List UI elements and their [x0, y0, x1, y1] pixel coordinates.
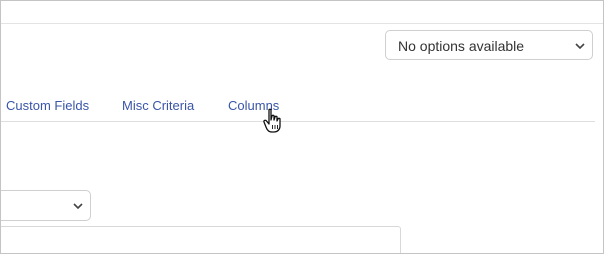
options-select-value: No options available [398, 38, 525, 54]
hand-pointer-icon [263, 108, 281, 133]
criteria-panel [1, 226, 401, 253]
chevron-down-icon [575, 43, 585, 50]
chevron-down-icon [73, 203, 83, 210]
criteria-tabs: Custom Fields Misc Criteria Columns [1, 98, 603, 122]
field-select[interactable] [1, 190, 91, 221]
tab-custom-fields[interactable]: Custom Fields [6, 98, 89, 113]
tabs-divider [1, 121, 595, 122]
app-frame: No options available Custom Fields Misc … [0, 0, 604, 254]
options-select[interactable]: No options available [385, 30, 593, 60]
top-divider [1, 23, 603, 24]
tab-misc-criteria[interactable]: Misc Criteria [122, 98, 194, 113]
